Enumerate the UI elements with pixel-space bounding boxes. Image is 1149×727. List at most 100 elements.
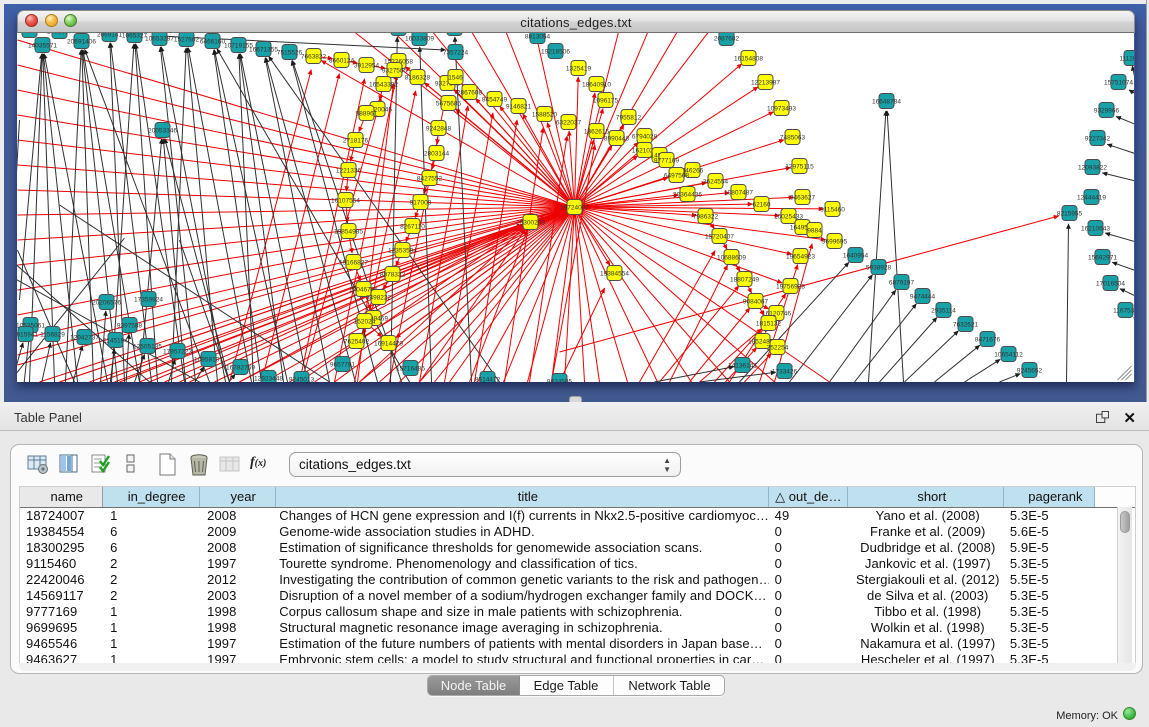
svg-text:15716485: 15716485 — [396, 365, 425, 372]
svg-text:9242848: 9242848 — [426, 125, 452, 132]
svg-text:1733426: 1733426 — [772, 368, 798, 375]
svg-text:19854985: 19854985 — [334, 228, 363, 235]
svg-text:20691406: 20691406 — [67, 38, 96, 45]
svg-text:19166827: 19166827 — [339, 259, 368, 266]
svg-text:8990448: 8990448 — [604, 135, 630, 142]
svg-text:1588520: 1588520 — [532, 111, 558, 118]
svg-text:7632621: 7632621 — [953, 321, 979, 328]
svg-text:10688609: 10688609 — [717, 254, 746, 261]
svg-text:17957223: 17957223 — [163, 348, 192, 355]
svg-text:16782759: 16782759 — [226, 364, 255, 371]
svg-text:12353594: 12353594 — [388, 247, 417, 254]
svg-text:1325419: 1325419 — [566, 65, 592, 72]
svg-text:10973493: 10973493 — [767, 105, 796, 112]
svg-text:9084067: 9084067 — [743, 298, 769, 305]
svg-text:8471676: 8471676 — [975, 336, 1001, 343]
svg-text:8514412: 8514412 — [475, 376, 501, 382]
svg-text:5938928: 5938928 — [866, 264, 892, 271]
svg-text:1546: 1546 — [448, 74, 463, 81]
svg-text:6466160: 6466160 — [200, 38, 226, 45]
svg-text:14035571: 14035571 — [28, 42, 57, 49]
svg-text:8427552: 8427552 — [417, 175, 443, 182]
svg-text:9324505: 9324505 — [547, 378, 573, 382]
svg-text:1167533: 1167533 — [1113, 307, 1134, 314]
svg-text:1156829: 1156829 — [40, 331, 65, 338]
svg-text:8454749: 8454749 — [482, 96, 508, 103]
svg-text:16671355: 16671355 — [249, 46, 278, 53]
svg-text:12975115: 12975115 — [785, 163, 814, 170]
svg-text:10654112: 10654112 — [994, 351, 1023, 358]
svg-text:20591406: 20591406 — [17, 33, 44, 34]
svg-text:1096175: 1096175 — [593, 97, 619, 104]
svg-text:20206576: 20206576 — [92, 299, 121, 306]
svg-text:12093822: 12093822 — [1078, 164, 1107, 171]
svg-text:10958107: 10958107 — [194, 356, 223, 363]
svg-text:9227342: 9227342 — [1085, 135, 1111, 142]
svg-text:8660124: 8660124 — [329, 57, 355, 64]
svg-text:1815132: 1815132 — [756, 320, 782, 327]
svg-text:7955812: 7955812 — [616, 114, 642, 121]
svg-text:1527602: 1527602 — [174, 36, 200, 43]
svg-text:19724007: 19724007 — [560, 204, 589, 211]
svg-text:20364436: 20364436 — [673, 191, 702, 198]
svg-text:16648784: 16648784 — [872, 98, 901, 105]
svg-text:8878332: 8878332 — [380, 271, 406, 278]
svg-text:2803144: 2803144 — [424, 150, 450, 157]
svg-text:16543382: 16543382 — [369, 81, 398, 88]
svg-text:12444419: 12444419 — [1077, 194, 1106, 201]
svg-text:12942737: 12942737 — [70, 334, 99, 341]
svg-text:9245013: 9245013 — [289, 376, 315, 382]
svg-text:15720407: 15720407 — [705, 233, 734, 240]
svg-text:19384554: 19384554 — [600, 270, 629, 277]
svg-text:19654923: 19654923 — [786, 253, 815, 260]
svg-text:9699695: 9699695 — [822, 238, 848, 245]
svg-text:7357224: 7357224 — [443, 49, 469, 56]
svg-text:3912954: 3912954 — [354, 62, 380, 69]
svg-text:7663822: 7663822 — [301, 53, 327, 60]
svg-text:988961: 988961 — [356, 110, 378, 117]
svg-text:17359924: 17359924 — [134, 296, 163, 303]
svg-text:6794028: 6794028 — [632, 133, 658, 140]
svg-text:8215955: 8215955 — [1057, 210, 1083, 217]
svg-text:16914479: 16914479 — [374, 340, 403, 347]
svg-text:1221336: 1221336 — [336, 167, 362, 174]
svg-text:20053346: 20053346 — [148, 127, 177, 134]
svg-text:8813054: 8813054 — [525, 33, 551, 40]
svg-text:6497568: 6497568 — [664, 172, 690, 179]
svg-text:252254: 252254 — [767, 344, 789, 351]
svg-text:18807249: 18807249 — [730, 276, 759, 283]
svg-text:5675685: 5675685 — [436, 100, 462, 107]
svg-text:1362615: 1362615 — [584, 128, 610, 135]
svg-text:16033809: 16033809 — [405, 35, 434, 42]
svg-text:62160: 62160 — [752, 201, 770, 208]
svg-text:1640954: 1640954 — [843, 252, 869, 259]
svg-text:19756928: 19756928 — [776, 283, 805, 290]
svg-text:9327505: 9327505 — [382, 67, 408, 74]
svg-text:12505135: 12505135 — [133, 343, 162, 350]
svg-text:15751074: 15751074 — [1104, 79, 1133, 86]
svg-text:2069141: 2069141 — [97, 33, 123, 38]
svg-text:9329966: 9329966 — [1094, 107, 1120, 114]
svg-text:9397588: 9397588 — [117, 322, 143, 329]
svg-text:16154808: 16154808 — [734, 55, 763, 62]
svg-text:12923448: 12923448 — [254, 375, 283, 382]
svg-text:7986322: 7986322 — [693, 213, 719, 220]
svg-text:917008: 917008 — [410, 199, 432, 206]
svg-text:2867608: 2867608 — [457, 89, 483, 96]
svg-text:25300203: 25300203 — [516, 219, 545, 226]
svg-text:12213987: 12213987 — [751, 79, 780, 86]
svg-text:9463627: 9463627 — [790, 194, 816, 201]
svg-text:1403557: 1403557 — [47, 33, 73, 35]
svg-text:18640910: 18640910 — [582, 81, 611, 88]
svg-text:152024: 152024 — [354, 318, 376, 325]
svg-text:3498222: 3498222 — [366, 294, 392, 301]
svg-text:1112847: 1112847 — [1119, 55, 1134, 62]
svg-text:7625402: 7625402 — [344, 338, 370, 345]
svg-text:3915941: 3915941 — [17, 331, 39, 338]
svg-text:7515526: 7515526 — [277, 49, 303, 56]
svg-text:1065327: 1065327 — [122, 33, 148, 39]
svg-text:19218506: 19218506 — [541, 48, 570, 55]
svg-text:8267110: 8267110 — [400, 223, 425, 230]
svg-text:14136141: 14136141 — [728, 362, 757, 369]
svg-text:9115460: 9115460 — [820, 206, 845, 213]
